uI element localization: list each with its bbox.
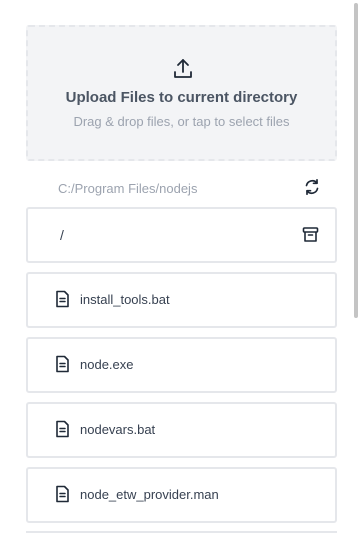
refresh-icon[interactable] [303, 178, 321, 196]
archive-icon[interactable] [302, 226, 319, 243]
file-icon [56, 355, 69, 373]
file-name: nodevars.bat [80, 422, 156, 437]
directory-root-label: / [60, 227, 64, 243]
upload-dropzone[interactable]: Upload Files to current directory Drag &… [26, 25, 337, 161]
path-bar: C:/Program Files/nodejs [26, 176, 337, 202]
upload-icon [174, 59, 192, 78]
file-name: install_tools.bat [80, 292, 170, 307]
file-icon [56, 485, 69, 503]
file-item[interactable]: node_etw_provider.man [26, 467, 337, 523]
file-icon [56, 290, 69, 308]
upload-title: Upload Files to current directory [65, 89, 298, 106]
file-name: node_etw_provider.man [80, 487, 219, 502]
file-item[interactable]: nodevars.bat [26, 402, 337, 458]
directory-root-item[interactable]: / [26, 207, 337, 263]
file-item[interactable]: install_tools.bat [26, 272, 337, 328]
file-item[interactable]: node.exe [26, 337, 337, 393]
scrollbar-thumb[interactable] [354, 3, 358, 318]
next-file-item-edge [26, 531, 337, 535]
file-manager-panel: Upload Files to current directory Drag &… [0, 0, 352, 533]
file-name: node.exe [80, 357, 134, 372]
upload-subtitle: Drag & drop files, or tap to select file… [73, 114, 290, 129]
file-icon [56, 420, 69, 438]
current-path: C:/Program Files/nodejs [58, 181, 198, 196]
